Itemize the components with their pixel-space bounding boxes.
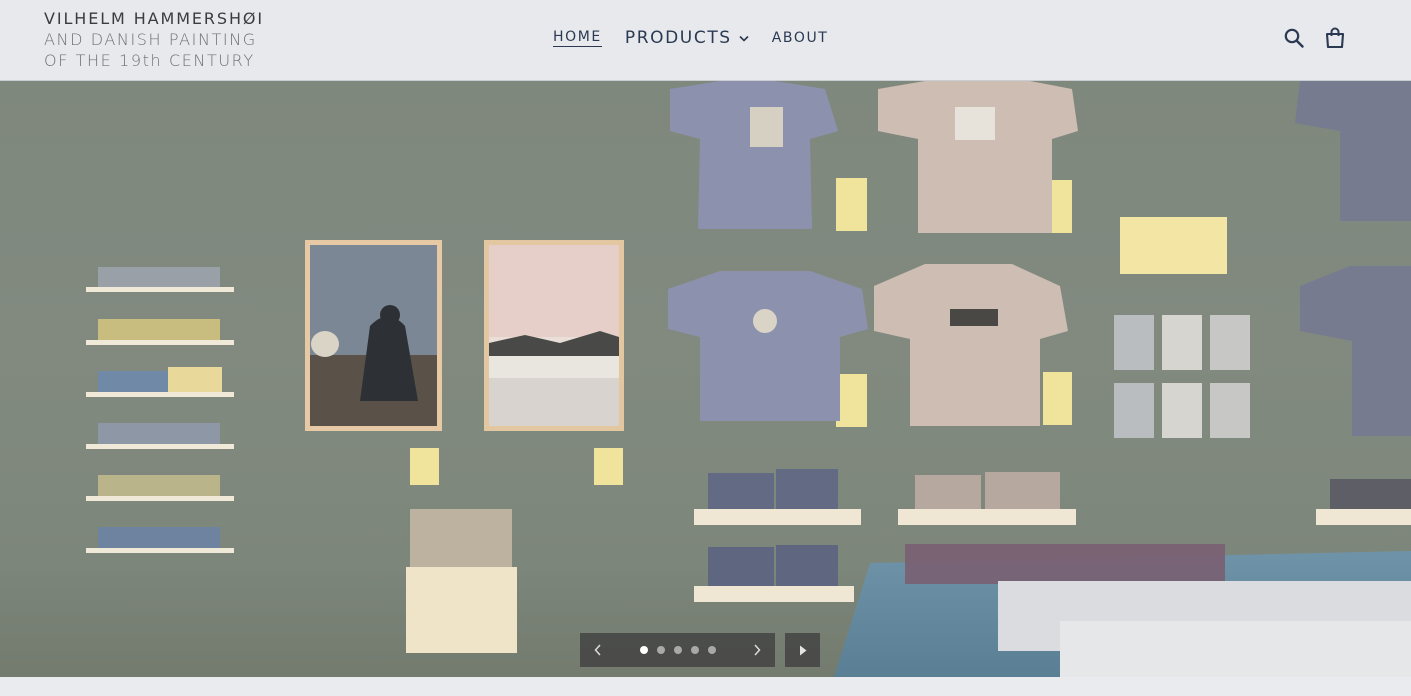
chevron-left-icon <box>594 644 601 656</box>
slide-dot-3[interactable] <box>673 646 682 654</box>
poster-interior <box>305 240 442 431</box>
poster-houses <box>484 240 624 431</box>
search-button[interactable] <box>1283 27 1305 49</box>
logo-line-2: AND DANISH PAINTING <box>44 30 257 49</box>
cart-icon <box>1325 27 1345 49</box>
play-icon <box>799 645 806 655</box>
nav-products[interactable]: PRODUCTS <box>625 28 749 48</box>
nav-products-label: PRODUCTS <box>624 28 732 48</box>
search-icon <box>1284 28 1304 48</box>
section-divider <box>0 677 1411 696</box>
slideshow-controls <box>580 633 820 667</box>
slide-dot-2[interactable] <box>656 646 665 654</box>
logo-line-3: OF THE 19th CENTURY <box>44 51 255 70</box>
slideshow-play-button[interactable] <box>785 633 820 667</box>
main-nav: HOME PRODUCTS ABOUT <box>553 24 828 52</box>
slide-dot-1[interactable] <box>639 646 648 654</box>
hero-slideshow[interactable] <box>0 81 1411 677</box>
slide-dot-4[interactable] <box>690 646 699 654</box>
site-header: VILHELM HAMMERSHØI AND DANISH PAINTING O… <box>0 0 1411 81</box>
cart-button[interactable] <box>1324 27 1346 49</box>
chevron-down-icon <box>739 35 749 42</box>
nav-home[interactable]: HOME <box>553 29 602 47</box>
slide-prev-button[interactable] <box>594 644 602 656</box>
hero-slide-image <box>0 81 1411 677</box>
site-logo[interactable]: VILHELM HAMMERSHØI AND DANISH PAINTING O… <box>44 8 264 71</box>
slide-next-button[interactable] <box>753 644 761 656</box>
slideshow-nav <box>580 633 775 667</box>
nav-about[interactable]: ABOUT <box>772 30 829 46</box>
slide-dot-5[interactable] <box>707 646 716 654</box>
slide-dots <box>639 646 716 654</box>
chevron-right-icon <box>754 644 761 656</box>
poster-box <box>406 509 517 653</box>
logo-line-1: VILHELM HAMMERSHØI <box>44 9 265 28</box>
merch-table <box>834 544 1411 677</box>
